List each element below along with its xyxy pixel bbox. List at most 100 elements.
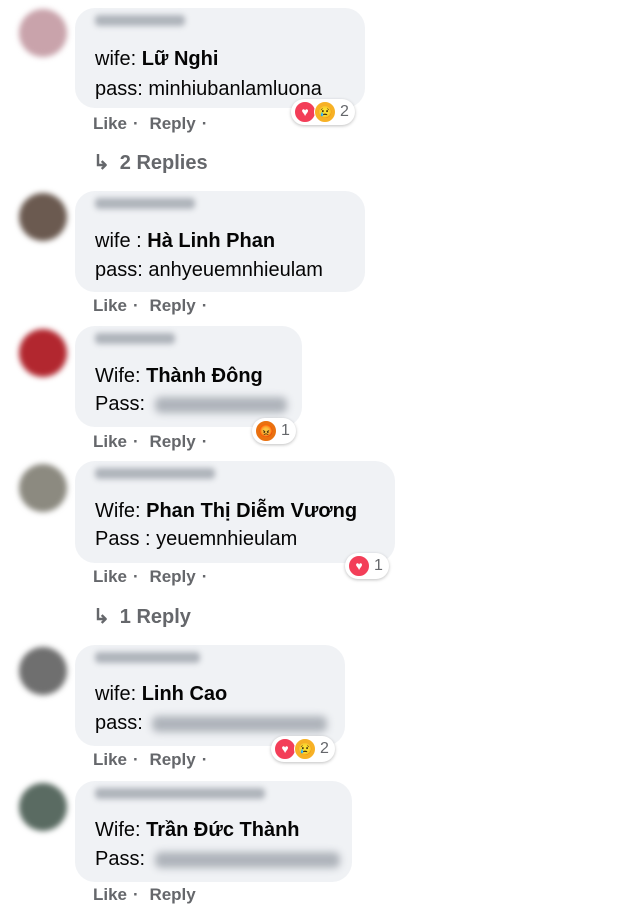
wife-name: Thành Đông — [146, 365, 263, 387]
pass-label: pass: — [95, 712, 143, 734]
commenter-name-blurred[interactable] — [95, 198, 195, 209]
separator: · — [133, 750, 139, 769]
reaction-count: 2 — [320, 740, 329, 757]
avatar[interactable] — [19, 193, 67, 241]
heart-icon: ♥ — [348, 555, 370, 577]
separator: · — [133, 296, 139, 315]
wife-name: Lữ Nghi — [141, 48, 219, 70]
pass-label: Pass : — [95, 528, 151, 550]
separator: · — [201, 432, 208, 451]
separator: · — [133, 114, 139, 133]
wife-line: Wife: Trần Đức Thành — [95, 818, 300, 842]
like-button[interactable]: Like — [93, 296, 127, 315]
comment-bubble: wife : Hà Linh Phan pass: anhyeuemnhieul… — [75, 191, 365, 292]
view-replies-link[interactable]: ↳ 1 Reply — [93, 604, 191, 629]
reply-button[interactable]: Reply — [149, 750, 195, 769]
like-button[interactable]: Like — [93, 432, 127, 451]
separator: · — [201, 567, 208, 586]
commenter-name-blurred[interactable] — [95, 333, 175, 344]
pass-label: pass: — [95, 259, 143, 281]
heart-icon: ♥ — [294, 101, 316, 123]
view-replies-link[interactable]: ↳ 2 Replies — [93, 150, 208, 175]
like-button[interactable]: Like — [93, 114, 127, 133]
angry-icon: 😡 — [255, 420, 277, 442]
commenter-name-blurred[interactable] — [95, 15, 185, 26]
reaction-summary[interactable]: ♥ 😢 2 — [271, 736, 335, 762]
comment-bubble: wife: Lữ Nghi pass: minhiubanlamluona — [75, 8, 365, 108]
pass-line: pass: — [95, 711, 328, 735]
reply-button[interactable]: Reply — [149, 567, 195, 586]
comment-actions: Like · Reply — [93, 885, 202, 905]
pass-value-blurred — [154, 396, 287, 413]
comment-actions: Like · Reply · — [93, 296, 213, 316]
like-button[interactable]: Like — [93, 750, 127, 769]
wife-name: Trần Đức Thành — [146, 819, 300, 841]
pass-value: minhiubanlamluona — [148, 78, 322, 100]
wife-name: Hà Linh Phan — [147, 230, 276, 252]
like-button[interactable]: Like — [93, 567, 127, 586]
pass-value: yeuemnhieulam — [156, 528, 298, 550]
separator: · — [201, 750, 208, 769]
reaction-summary[interactable]: ♥ 1 — [345, 553, 389, 579]
wife-label: Wife: — [95, 819, 141, 841]
like-button[interactable]: Like — [93, 885, 127, 904]
replies-count: 2 Replies — [119, 152, 208, 174]
comment-actions: Like · Reply · — [93, 567, 213, 587]
reply-button[interactable]: Reply — [149, 114, 195, 133]
comment-actions: Like · Reply · — [93, 114, 213, 134]
reply-button[interactable]: Reply — [149, 885, 195, 904]
comment-bubble: Wife: Trần Đức Thành Pass: — [75, 781, 352, 882]
heart-icon: ♥ — [274, 738, 296, 760]
pass-line: Pass: — [95, 847, 340, 871]
comment-bubble: Wife: Phan Thị Diễm Vương Pass : yeuemnh… — [75, 461, 395, 563]
comment-bubble: wife: Linh Cao pass: — [75, 645, 345, 746]
pass-line: Pass: — [95, 392, 287, 416]
avatar[interactable] — [19, 783, 67, 831]
pass-line: pass: anhyeuemnhieulam — [95, 258, 323, 282]
wife-name: Phan Thị Diễm Vương — [146, 500, 358, 522]
commenter-name-blurred[interactable] — [95, 468, 215, 479]
pass-label: Pass: — [95, 848, 146, 870]
separator: · — [201, 296, 208, 315]
reply-button[interactable]: Reply — [149, 432, 195, 451]
wife-line: Wife: Thành Đông — [95, 364, 263, 388]
reply-arrow-icon: ↳ — [93, 152, 110, 174]
reaction-summary[interactable]: ♥ 😢 2 — [291, 99, 355, 125]
avatar[interactable] — [19, 329, 67, 377]
separator: · — [201, 114, 208, 133]
wife-label: wife: — [95, 683, 137, 705]
avatar[interactable] — [19, 647, 67, 695]
wife-label: wife: — [95, 48, 137, 70]
comment-actions: Like · Reply · — [93, 750, 213, 770]
wife-line: wife: Lữ Nghi — [95, 47, 218, 71]
separator: · — [133, 567, 139, 586]
pass-label: Pass: — [95, 393, 146, 415]
wife-line: Wife: Phan Thị Diễm Vương — [95, 499, 357, 523]
reply-arrow-icon: ↳ — [93, 606, 110, 628]
pass-value: anhyeuemnhieulam — [148, 259, 323, 281]
reaction-count: 1 — [281, 422, 290, 439]
avatar[interactable] — [19, 9, 67, 57]
pass-value-blurred — [154, 851, 340, 868]
wife-label: Wife: — [95, 365, 141, 387]
separator: · — [133, 432, 139, 451]
comment-bubble: Wife: Thành Đông Pass: — [75, 326, 302, 427]
replies-count: 1 Reply — [119, 606, 191, 628]
pass-line: Pass : yeuemnhieulam — [95, 527, 297, 551]
reaction-summary[interactable]: 😡 1 — [252, 418, 296, 444]
wife-label: wife : — [95, 230, 142, 252]
wife-name: Linh Cao — [141, 683, 228, 705]
sad-icon: 😢 — [294, 738, 316, 760]
pass-label: pass: — [95, 78, 143, 100]
commenter-name-blurred[interactable] — [95, 652, 200, 663]
wife-line: wife : Hà Linh Phan — [95, 229, 275, 253]
commenter-name-blurred[interactable] — [95, 788, 265, 799]
pass-line: pass: minhiubanlamluona — [95, 77, 322, 101]
avatar[interactable] — [19, 464, 67, 512]
reply-button[interactable]: Reply — [149, 296, 195, 315]
wife-line: wife: Linh Cao — [95, 682, 227, 706]
wife-label: Wife: — [95, 500, 141, 522]
reaction-count: 2 — [340, 103, 349, 120]
reaction-count: 1 — [374, 557, 383, 574]
pass-value-blurred — [152, 715, 328, 732]
